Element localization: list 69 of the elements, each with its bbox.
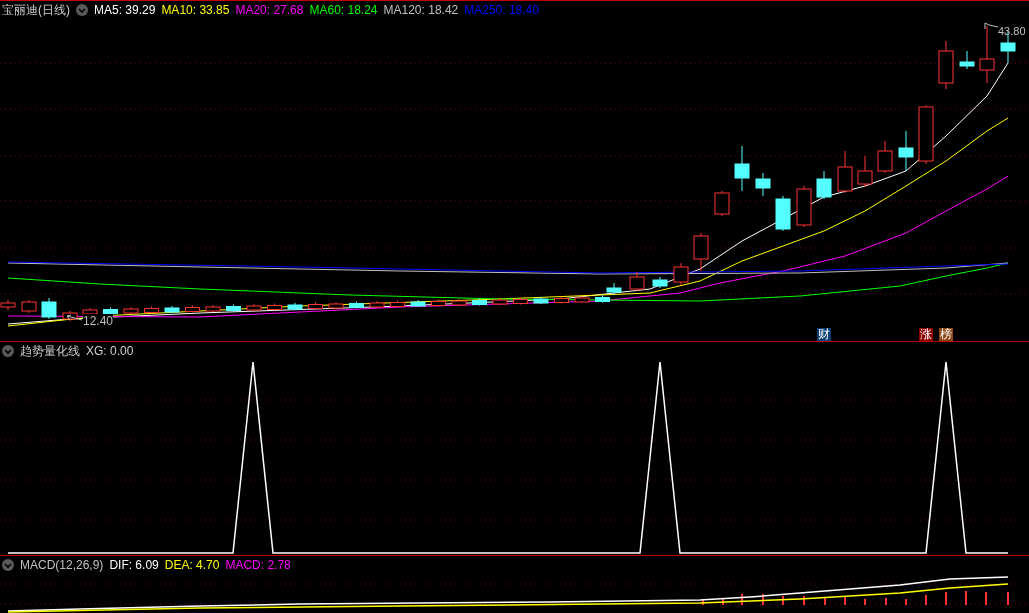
candlestick: [369, 300, 385, 309]
candlestick: [898, 130, 914, 172]
chart-title: 宝丽迪(日线): [2, 2, 70, 19]
candlestick: [714, 190, 730, 217]
candlestick: [775, 195, 791, 232]
macd-reading: DEA: 4.70: [164, 557, 220, 574]
event-badge[interactable]: 财: [817, 328, 831, 341]
event-badge[interactable]: 榜: [939, 328, 953, 341]
candlestick: [308, 302, 323, 310]
macd-reading: MACD: 2.78: [225, 557, 291, 574]
candlestick: [390, 300, 405, 308]
arrow-icon: [66, 314, 82, 324]
candlestick: [246, 303, 262, 312]
moving-average-reading: MA60: 18.24: [309, 2, 378, 19]
candlestick: [938, 40, 954, 90]
moving-average-reading: MA5: 39.29: [94, 2, 156, 19]
candlestick: [492, 297, 508, 306]
candlestick: [62, 310, 78, 322]
candlestick: [103, 307, 118, 315]
candlestick: [959, 50, 975, 70]
candlestick: [451, 298, 467, 307]
candlestick: [205, 304, 221, 313]
candlestick: [734, 145, 750, 192]
dropdown-icon[interactable]: [2, 559, 14, 571]
candlestick: [652, 276, 668, 289]
candlestick: [472, 298, 487, 306]
dropdown-icon[interactable]: [76, 4, 88, 16]
moving-average-reading: MA250: 18.40: [464, 2, 539, 19]
macd-title: MACD(12,26,9): [20, 557, 104, 574]
candlestick: [267, 303, 282, 311]
candlestick: [979, 25, 995, 84]
candlestick: [287, 302, 303, 311]
candlestick: [21, 299, 37, 314]
macd-reading: DIF: 6.09: [109, 557, 159, 574]
candlestick: [877, 140, 893, 174]
indicator-reading: XG: 0.00: [86, 343, 134, 360]
candlestick: [857, 155, 873, 188]
indicator-title: 趋势量化线: [20, 343, 80, 360]
candlestick: [164, 305, 180, 314]
candlestick: [328, 301, 344, 310]
event-badge[interactable]: 涨: [919, 328, 933, 341]
candlestick: [629, 271, 645, 292]
candlestick: [796, 185, 812, 228]
candlestick: [693, 232, 709, 272]
candlestick: [533, 296, 549, 305]
candlestick: [82, 307, 98, 316]
candlestick: [144, 306, 159, 314]
leader-line: [984, 22, 998, 30]
high-price-label: 43.80: [998, 24, 1026, 39]
candlestick: [431, 299, 446, 307]
candlestick: [123, 306, 139, 315]
candlestick: [816, 170, 832, 200]
moving-average-reading: MA10: 33.85: [161, 2, 230, 19]
candlestick: [41, 297, 57, 320]
candlestick: [185, 305, 200, 313]
low-price-label: 12.40: [83, 314, 114, 328]
candlestick: [349, 301, 364, 309]
moving-average-reading: MA120: 18.42: [383, 2, 459, 19]
candlestick: [574, 295, 590, 304]
candlestick: [410, 299, 426, 308]
candlestick: [554, 296, 569, 304]
candlestick: [226, 304, 241, 312]
candlestick: [673, 262, 689, 286]
dropdown-icon[interactable]: [2, 345, 14, 357]
candlestick: [918, 104, 934, 165]
moving-average-reading: MA20: 27.68: [235, 2, 304, 19]
candlestick: [513, 297, 528, 305]
candlestick: [837, 150, 853, 194]
candlestick: [755, 172, 771, 197]
